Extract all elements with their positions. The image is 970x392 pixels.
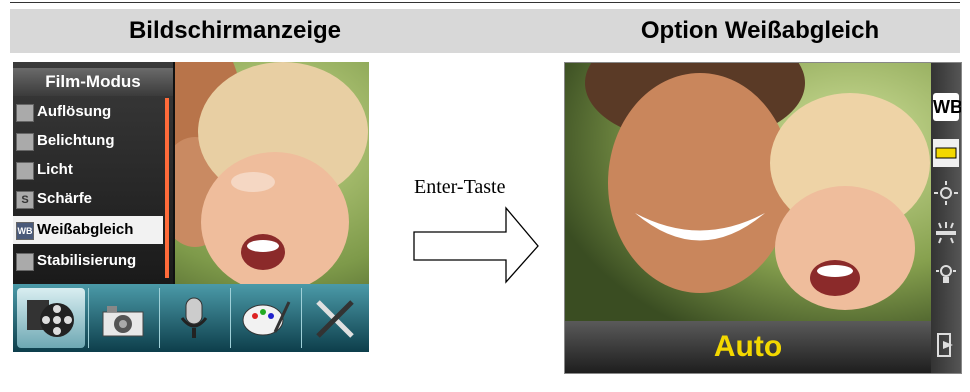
menu-item-label: Auflösung xyxy=(37,103,112,120)
wb-option-auto[interactable] xyxy=(933,139,959,167)
tab-effects-mode[interactable] xyxy=(230,288,299,348)
mode-tabbar xyxy=(13,284,369,352)
stabilization-icon xyxy=(16,253,34,271)
wb-option-tungsten[interactable] xyxy=(933,259,959,287)
fluorescent-icon xyxy=(936,222,956,244)
left-column-title: Bildschirmanzeige xyxy=(128,17,342,44)
menu-item-exposure[interactable]: Belichtung xyxy=(13,127,163,155)
tungsten-icon xyxy=(936,265,956,283)
selected-wb-value: Auto xyxy=(713,330,783,363)
wb-badge: WB xyxy=(933,93,961,121)
menu-item-label: Belichtung xyxy=(37,132,115,149)
menu-item-label: Weißabgleich xyxy=(37,221,134,238)
exit-icon xyxy=(937,333,953,357)
resolution-icon xyxy=(16,104,34,122)
daylight-icon xyxy=(934,181,958,205)
camera-icon xyxy=(102,306,144,337)
menu-item-resolution[interactable]: Auflösung xyxy=(13,98,163,126)
photo-father-daughter-wb xyxy=(565,63,931,321)
tools-icon xyxy=(316,300,354,338)
auto-wb-icon xyxy=(935,147,957,159)
tab-audio-mode[interactable] xyxy=(159,288,228,348)
wb-option-daylight[interactable] xyxy=(933,179,959,207)
tab-settings-mode[interactable] xyxy=(301,288,369,348)
menu-item-sharpness[interactable]: S Schärfe xyxy=(13,185,163,213)
film-reel-icon xyxy=(27,300,74,337)
microphone-icon xyxy=(180,297,208,338)
left-screen: Film-Modus Auflösung Belichtung Licht S … xyxy=(13,62,369,352)
palette-icon xyxy=(242,301,291,336)
right-screen: WB Auto xyxy=(564,62,962,374)
tab-camera-mode[interactable] xyxy=(88,288,157,348)
white-balance-icon: WB xyxy=(16,222,34,240)
menu-item-label: Schärfe xyxy=(37,190,93,207)
right-arrow-icon xyxy=(413,206,539,284)
tab-film-mode[interactable] xyxy=(17,288,85,348)
top-rule xyxy=(10,2,960,3)
menu-item-light[interactable]: Licht xyxy=(13,156,163,184)
right-column-title: Option Weißabgleich xyxy=(640,17,880,44)
sharpness-icon: S xyxy=(16,191,34,209)
menu-title: Film-Modus xyxy=(13,68,173,96)
menu-item-label: Stabilisierung xyxy=(37,252,137,269)
menu-item-white-balance[interactable]: WB Weißabgleich xyxy=(13,216,163,244)
menu-scroll-thumb[interactable] xyxy=(165,98,169,278)
menu-item-stabilization[interactable]: Stabilisierung xyxy=(13,247,163,275)
wb-option-exit[interactable] xyxy=(933,331,959,359)
light-icon xyxy=(16,162,34,180)
menu-item-label: Licht xyxy=(37,161,73,178)
enter-key-label: Enter-Taste xyxy=(414,176,506,198)
wb-option-fluorescent[interactable] xyxy=(933,219,959,247)
exposure-icon xyxy=(16,133,34,151)
